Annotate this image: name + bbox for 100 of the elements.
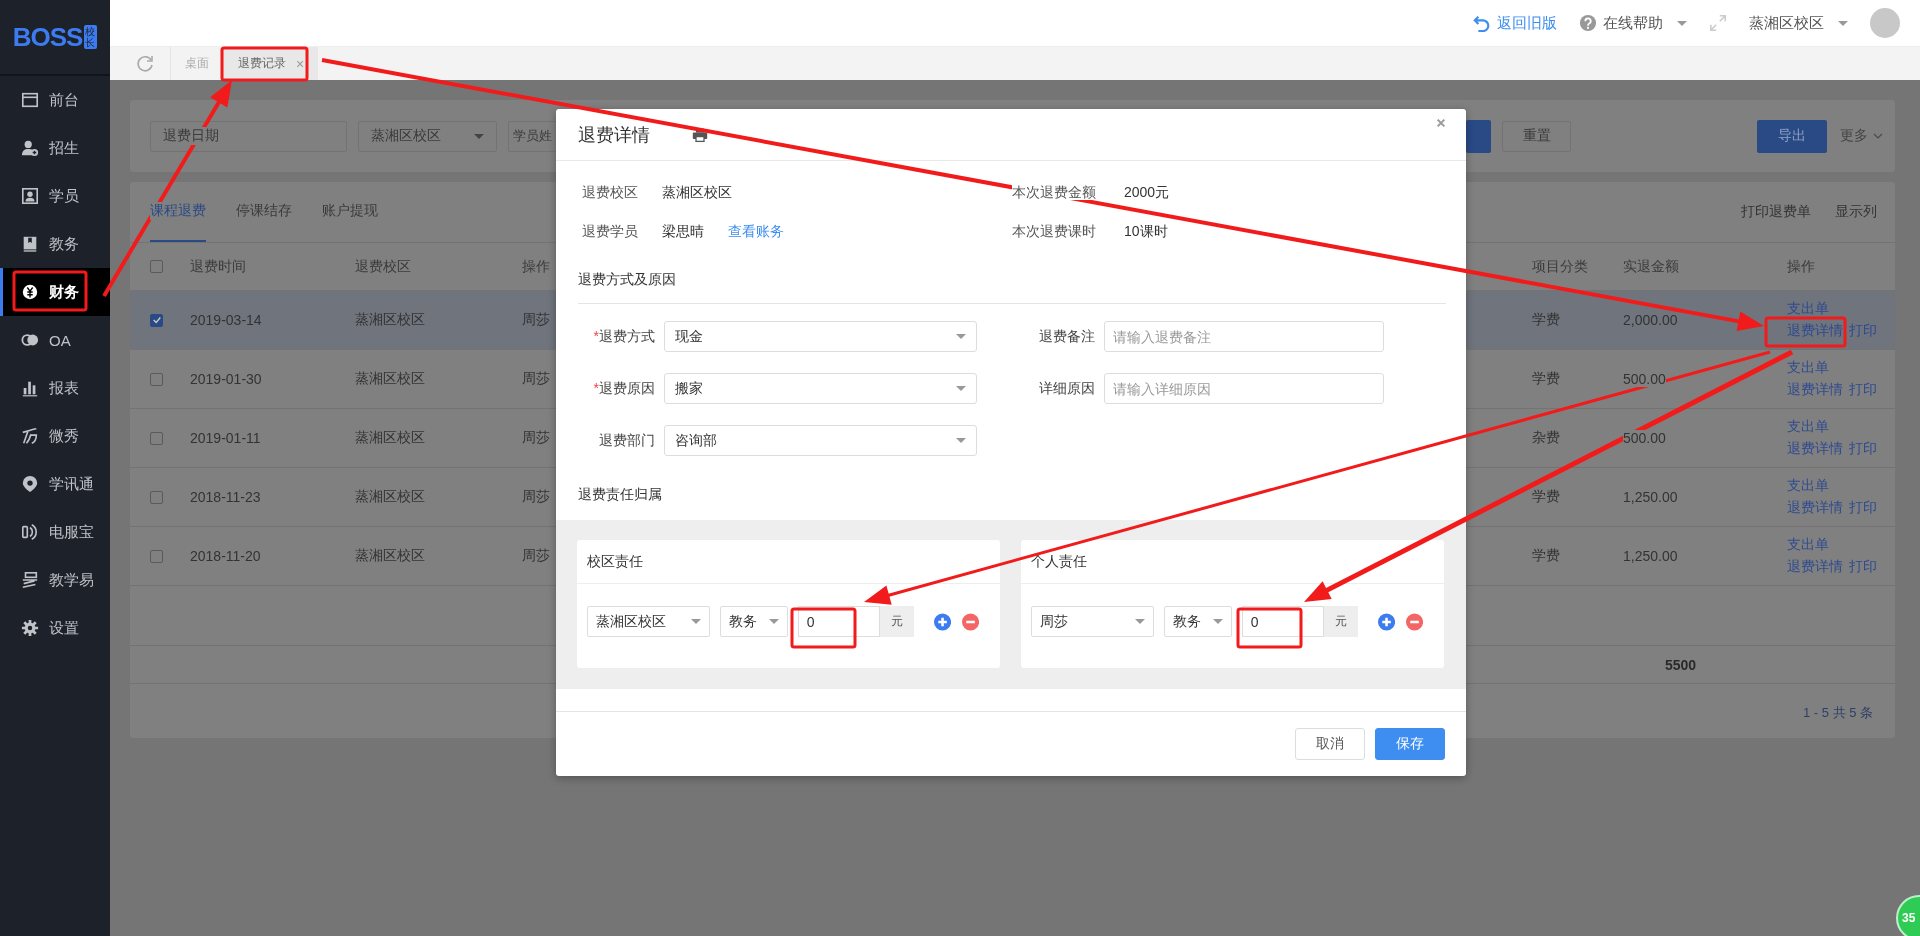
caret-icon: [956, 438, 966, 443]
campus-menu[interactable]: 蒸湘区校区: [1749, 13, 1848, 33]
sidebar-item[interactable]: 电服宝: [0, 508, 110, 556]
expense-link[interactable]: 支出单: [1787, 418, 1895, 436]
print-link[interactable]: 打印: [1849, 322, 1877, 340]
sidebar-item[interactable]: 前台: [0, 76, 110, 124]
add-icon[interactable]: [1377, 612, 1395, 631]
sidebar-item[interactable]: 招生: [0, 124, 110, 172]
expense-link[interactable]: 支出单: [1787, 536, 1895, 554]
sidebar-item[interactable]: 报表: [0, 364, 110, 412]
search-button[interactable]: [1466, 119, 1491, 153]
help-menu[interactable]: 在线帮助: [1579, 13, 1687, 33]
save-button[interactable]: 保存: [1375, 728, 1445, 760]
expand-icon[interactable]: [1709, 14, 1727, 32]
table-cell-text: 学费: [1532, 488, 1561, 506]
select-field[interactable]: 教务: [720, 606, 788, 637]
checkbox[interactable]: [150, 313, 163, 327]
sidebar-item[interactable]: 财务: [0, 268, 110, 316]
stripes-icon: [21, 571, 39, 589]
column-header: 项目分类: [1532, 257, 1589, 276]
input-field[interactable]: 请输入详细原因: [1104, 373, 1384, 404]
add-icon[interactable]: [933, 612, 951, 631]
print-link[interactable]: 打印: [1849, 499, 1877, 517]
expense-link[interactable]: 支出单: [1787, 477, 1895, 495]
yen-icon: [21, 283, 39, 301]
field-label: 退费部门: [598, 431, 655, 450]
more-menu[interactable]: 更多: [1840, 127, 1883, 145]
sidebar-item[interactable]: 微秀: [0, 412, 110, 460]
caret-icon: [474, 133, 484, 139]
sidebar-item[interactable]: 教学易: [0, 556, 110, 604]
sidebar-item[interactable]: OA: [0, 316, 110, 364]
table-cell-text: 周莎: [522, 547, 551, 565]
field-label: 退费备注: [1038, 327, 1095, 346]
info-value: 10课时: [1124, 222, 1168, 241]
sidebar-item[interactable]: 设置: [0, 604, 110, 652]
input-field[interactable]: 请输入退费备注: [1104, 321, 1384, 352]
checkbox[interactable]: [150, 260, 163, 273]
refund-detail-link[interactable]: 退费详情: [1787, 499, 1843, 517]
select-field[interactable]: 教务: [1164, 606, 1232, 637]
checkbox[interactable]: [150, 549, 163, 563]
select-field[interactable]: 现金: [664, 321, 977, 352]
table-tab[interactable]: 账户提现: [322, 182, 378, 242]
refund-detail-link[interactable]: 退费详情: [1787, 322, 1843, 340]
select-field[interactable]: 咨询部: [664, 425, 977, 456]
window-icon: [21, 91, 39, 109]
logo: BOSS: [12, 21, 83, 53]
bar-chart-icon: [21, 379, 39, 397]
view-account-link[interactable]: 查看账务: [728, 222, 784, 241]
sidebar-item[interactable]: 学员: [0, 172, 110, 220]
undo-icon: [1473, 14, 1491, 32]
print-link[interactable]: 打印: [1849, 558, 1877, 576]
refund-detail-link[interactable]: 退费详情: [1787, 381, 1843, 399]
campus-select[interactable]: 蒸湘区校区: [358, 120, 497, 152]
refund-detail-link[interactable]: 退费详情: [1787, 440, 1843, 458]
section-title: 退费方式及原因: [578, 271, 1446, 304]
cancel-button[interactable]: 取消: [1295, 728, 1365, 760]
table-cell-text: 蒸湘区校区: [355, 429, 426, 447]
expense-link[interactable]: 支出单: [1787, 300, 1895, 318]
sidebar-item[interactable]: 学讯通: [0, 460, 110, 508]
checkbox[interactable]: [150, 431, 163, 445]
select-field[interactable]: 周莎: [1031, 606, 1155, 637]
select-field[interactable]: 搬家: [664, 373, 977, 404]
panel-title: 个人责任: [1021, 540, 1444, 584]
select-field[interactable]: 蒸湘区校区: [587, 606, 711, 637]
caret-icon: [1212, 619, 1223, 624]
table-tab[interactable]: 停课结存: [236, 182, 292, 242]
checkbox[interactable]: [150, 372, 163, 386]
export-button[interactable]: 导出: [1757, 119, 1827, 153]
table-cell-text: 杂费: [1532, 429, 1561, 447]
chevron-down-icon: [1873, 133, 1883, 139]
checkbox[interactable]: [150, 490, 163, 504]
avatar[interactable]: [1870, 8, 1900, 38]
caret-icon: [1135, 619, 1146, 624]
user-plus-icon: [21, 139, 39, 157]
remove-icon[interactable]: [961, 612, 979, 631]
table-action-link[interactable]: 显示列: [1835, 182, 1877, 242]
highlight-box: [790, 607, 857, 649]
refresh-icon[interactable]: [135, 53, 155, 74]
table-cell-text: 2019-01-30: [190, 371, 263, 387]
table-cell-text: 2018-11-20: [190, 548, 262, 564]
table-cell-text: 2019-01-11: [190, 430, 262, 446]
expense-link[interactable]: 支出单: [1787, 359, 1895, 377]
column-header: 操作: [522, 257, 551, 276]
table-cell-text: 周莎: [522, 311, 551, 329]
table-tab[interactable]: 课程退费: [150, 182, 206, 242]
table-cell-text: 学费: [1532, 547, 1561, 565]
remove-icon[interactable]: [1405, 612, 1423, 631]
print-link[interactable]: 打印: [1849, 381, 1877, 399]
table-action-link[interactable]: 打印退费单: [1741, 182, 1811, 242]
info-value: 蒸湘区校区: [662, 183, 732, 202]
close-tab-button[interactable]: ×: [296, 55, 305, 72]
date-field[interactable]: 退费日期: [150, 120, 347, 152]
print-link[interactable]: 打印: [1849, 440, 1877, 458]
table-cell-text: 周莎: [522, 429, 551, 447]
back-link[interactable]: 返回旧版: [1473, 13, 1557, 33]
close-icon[interactable]: [1436, 117, 1446, 128]
reset-button[interactable]: 重置: [1502, 120, 1571, 152]
settings-icon: [21, 619, 39, 637]
refund-detail-link[interactable]: 退费详情: [1787, 558, 1843, 576]
sidebar-item[interactable]: 教务: [0, 220, 110, 268]
